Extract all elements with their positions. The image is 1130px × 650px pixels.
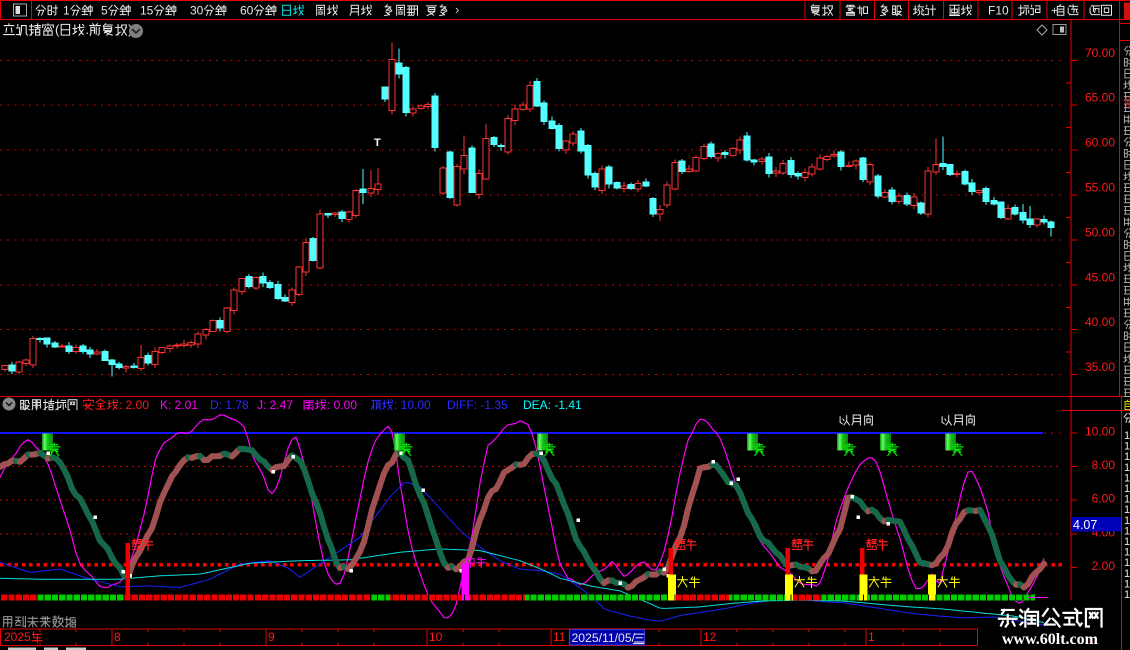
svg-text:.: .	[85, 22, 89, 37]
svg-text:35.00: 35.00	[1085, 360, 1115, 374]
svg-text:60: 60	[240, 3, 254, 17]
svg-text:DIFF: -1.35: DIFF: -1.35	[447, 398, 508, 412]
svg-text:45.00: 45.00	[1085, 270, 1115, 284]
svg-text:1: 1	[1124, 589, 1130, 601]
svg-text:55.00: 55.00	[1085, 181, 1115, 195]
svg-text:12: 12	[703, 630, 717, 644]
svg-text:4.07: 4.07	[1073, 518, 1097, 532]
svg-text:10: 10	[429, 630, 443, 644]
svg-text:: 2.00: : 2.00	[119, 398, 149, 412]
svg-text:K: 2.01: K: 2.01	[160, 398, 198, 412]
svg-text:T: T	[374, 137, 381, 149]
svg-text:65.00: 65.00	[1085, 91, 1115, 105]
svg-text:›: ›	[455, 2, 459, 17]
svg-text:40.00: 40.00	[1085, 315, 1115, 329]
svg-text:1: 1	[63, 3, 70, 17]
svg-text:1: 1	[868, 630, 875, 644]
svg-text:2025/11/05/: 2025/11/05/	[572, 631, 636, 645]
svg-text:60.00: 60.00	[1085, 136, 1115, 150]
svg-text:8: 8	[114, 630, 121, 644]
svg-text:5: 5	[101, 3, 108, 17]
svg-text:: 0.00: : 0.00	[327, 398, 357, 412]
svg-text:D: 1.78: D: 1.78	[210, 398, 249, 412]
svg-text:J: 2.47: J: 2.47	[257, 398, 293, 412]
svg-text:DEA: -1.41: DEA: -1.41	[523, 398, 582, 412]
svg-text:30: 30	[190, 3, 204, 17]
svg-text:50.00: 50.00	[1085, 225, 1115, 239]
svg-text:2.00: 2.00	[1092, 559, 1116, 573]
svg-text:15: 15	[140, 3, 154, 17]
svg-text:6.00: 6.00	[1092, 492, 1116, 506]
svg-text:2025: 2025	[4, 630, 31, 644]
svg-text:www.60lt.com: www.60lt.com	[1002, 631, 1099, 648]
svg-text:F10: F10	[988, 3, 1009, 17]
svg-text:10.00: 10.00	[1085, 425, 1115, 439]
svg-text:(: (	[55, 22, 60, 37]
svg-text:70.00: 70.00	[1085, 46, 1115, 60]
svg-text:9: 9	[268, 630, 275, 644]
svg-text:11: 11	[553, 630, 566, 644]
svg-text:8.00: 8.00	[1092, 458, 1116, 472]
svg-text:: 10.00: : 10.00	[394, 398, 431, 412]
